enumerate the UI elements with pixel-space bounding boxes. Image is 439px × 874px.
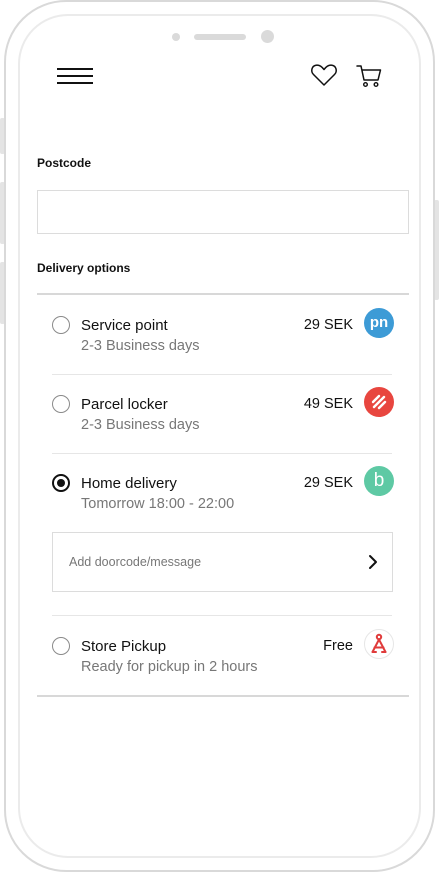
option-title: Service point — [81, 317, 168, 334]
delivery-option-parcel-locker[interactable]: Parcel locker 2-3 Business days 49 SEK — [52, 387, 394, 443]
radio-button[interactable] — [52, 316, 70, 334]
hamburger-menu-icon[interactable] — [57, 66, 93, 86]
delivery-options-label: Delivery options — [37, 261, 131, 275]
parcel-locker-logo-icon — [364, 387, 394, 417]
option-price: 29 SEK — [303, 317, 353, 333]
divider — [37, 695, 409, 697]
option-price: 49 SEK — [303, 396, 353, 412]
chevron-right-icon — [366, 553, 380, 571]
delivery-option-store-pickup[interactable]: Store Pickup Ready for pickup in 2 hours… — [52, 629, 394, 685]
store-pickup-logo-icon — [364, 629, 394, 659]
radio-button[interactable] — [52, 637, 70, 655]
delivery-option-service-point[interactable]: Service point 2-3 Business days 29 SEK p… — [52, 308, 394, 364]
postcode-label: Postcode — [37, 156, 92, 170]
radio-button[interactable] — [52, 395, 70, 413]
shopping-cart-icon[interactable] — [354, 60, 384, 90]
divider — [37, 293, 409, 295]
option-title: Parcel locker — [81, 396, 168, 413]
option-subtitle: 2-3 Business days — [81, 338, 200, 354]
phone-speaker — [194, 34, 246, 40]
option-title: Home delivery — [81, 475, 177, 492]
option-subtitle: Ready for pickup in 2 hours — [81, 659, 258, 675]
option-subtitle: Tomorrow 18:00 - 22:00 — [81, 496, 235, 512]
option-price: 29 SEK — [303, 475, 353, 491]
heart-icon[interactable] — [309, 60, 339, 90]
option-price: Free — [323, 638, 353, 654]
delivery-option-home-delivery[interactable]: Home delivery Tomorrow 18:00 - 22:00 29 … — [52, 466, 394, 522]
phone-sensor — [172, 33, 180, 41]
radio-button-selected[interactable] — [52, 474, 70, 492]
postnord-logo-icon: pn — [364, 308, 394, 338]
row-separator — [52, 453, 392, 454]
message-placeholder: Add doorcode/message — [69, 555, 202, 569]
postcode-input[interactable] — [37, 190, 409, 234]
phone-camera — [261, 30, 274, 43]
option-subtitle: 2-3 Business days — [81, 417, 200, 433]
budbee-logo-icon: b — [364, 466, 394, 496]
option-title: Store Pickup — [81, 638, 167, 655]
row-separator — [52, 374, 392, 375]
doorcode-message-field[interactable]: Add doorcode/message — [52, 532, 393, 592]
row-separator — [52, 615, 392, 616]
